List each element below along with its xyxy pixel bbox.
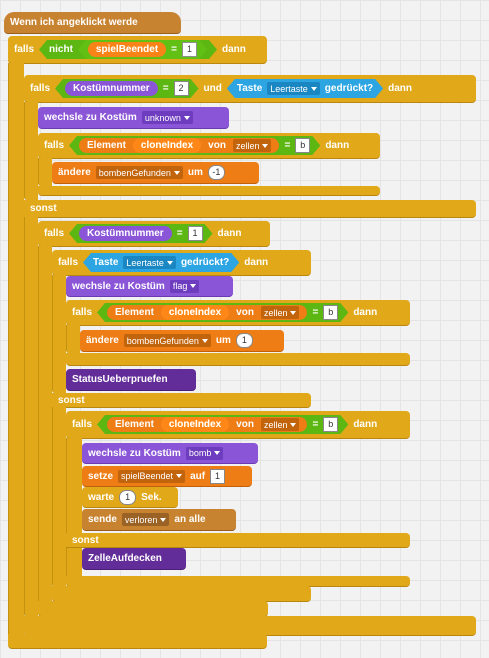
clone-index-reporter[interactable]: cloneIndex [133, 138, 201, 153]
value-input[interactable]: 2 [174, 81, 189, 96]
chevron-down-icon [290, 423, 296, 427]
change-variable-block[interactable]: ändere bombenGefunden um 1 [80, 330, 284, 352]
else1-c-arm [24, 217, 38, 617]
list-item-reporter[interactable]: Element cloneIndex von zellen [107, 305, 307, 320]
variable-dropdown[interactable]: bombenGefunden [95, 166, 183, 179]
chevron-down-icon [290, 311, 296, 315]
key-pressed-sensor[interactable]: Taste Leertaste gedrückt? [83, 253, 239, 272]
value-input[interactable]: b [295, 138, 310, 153]
costume-dropdown[interactable]: unknown [141, 111, 193, 124]
value-input[interactable]: 1 [188, 226, 203, 241]
chevron-down-icon [176, 474, 183, 478]
else-label: sonst [66, 533, 410, 548]
hat-label: Wenn ich angeklickt werde [10, 17, 138, 28]
equals-operator[interactable]: Kostümnummer = 2 [55, 79, 199, 98]
list-dropdown[interactable]: zellen [261, 418, 300, 431]
value-input[interactable]: 1 [182, 42, 197, 57]
list-item-reporter[interactable]: Element cloneIndex von zellen [107, 417, 307, 432]
set-variable-block[interactable]: setze spielBeendet auf 1 [82, 466, 252, 487]
when-clicked-hat-block[interactable]: Wenn ich angeklickt werde [4, 12, 181, 34]
if2-footer [24, 616, 476, 636]
if-costume-and-key-block[interactable]: falls Kostümnummer = 2 und Taste Leertas… [24, 75, 476, 103]
costume-number-reporter[interactable]: Kostümnummer [65, 81, 158, 96]
value-input[interactable]: 1 [210, 468, 226, 484]
key-dropdown[interactable]: Leertaste [267, 82, 320, 95]
costume-dropdown[interactable]: flag [169, 279, 200, 293]
if1-footer [8, 634, 267, 649]
spielBeendet-reporter[interactable]: spielBeendet [88, 42, 166, 57]
change-variable-block[interactable]: ändere bombenGefunden um -1 [52, 162, 259, 184]
value-input[interactable]: b [323, 305, 338, 320]
reveal-cell-custom-block[interactable]: ZelleAufdecken [82, 548, 186, 570]
if1-c-arm [8, 63, 24, 639]
list-item-reporter[interactable]: Element cloneIndex von zellen [79, 138, 279, 153]
broadcast-block[interactable]: sende verloren an alle [82, 509, 236, 531]
equals-operator[interactable]: Kostümnummer = 1 [69, 224, 213, 243]
variable-dropdown[interactable]: bombenGefunden [123, 334, 211, 347]
chevron-down-icon [167, 261, 173, 265]
wait-block[interactable]: warte 1 Sek. [82, 487, 178, 508]
chevron-down-icon [311, 87, 317, 91]
if6-footer [66, 353, 410, 366]
if-element-is-bomb-block[interactable]: falls Element cloneIndex von zellen = b … [66, 411, 410, 439]
chevron-down-icon [183, 115, 190, 120]
if-key-pressed-block[interactable]: falls Taste Leertaste gedrückt? dann [52, 250, 311, 276]
list-dropdown[interactable]: zellen [261, 306, 300, 319]
chevron-down-icon [160, 517, 167, 522]
if6-c-arm [66, 325, 80, 353]
else-label: sonst [24, 200, 476, 218]
clone-index-reporter[interactable]: cloneIndex [161, 305, 229, 320]
switch-costume-block[interactable]: wechsle zu Kostüm flag [66, 276, 233, 297]
if4-c-arm [38, 246, 52, 604]
value-input[interactable]: b [323, 417, 338, 432]
if5-c-arm [52, 275, 66, 393]
value-input[interactable]: -1 [207, 165, 225, 180]
if-costume-is-1-block[interactable]: falls Kostümnummer = 1 dann [38, 221, 270, 247]
chevron-down-icon [173, 170, 180, 175]
status-check-custom-block[interactable]: StatusUeberpruefen [66, 369, 196, 391]
if3-footer [38, 186, 380, 196]
if-element-is-bomb-block[interactable]: falls Element cloneIndex von zellen = b … [66, 300, 410, 326]
list-dropdown[interactable]: zellen [233, 139, 272, 152]
equals-operator[interactable]: spielBeendet = 1 [78, 40, 207, 59]
variable-dropdown[interactable]: spielBeendet [118, 469, 186, 483]
chevron-down-icon [262, 144, 268, 148]
else2-c-arm [52, 407, 66, 587]
not-operator[interactable]: nicht spielBeendet = 1 [39, 40, 217, 59]
if3-c-arm [38, 158, 52, 186]
switch-costume-block[interactable]: wechsle zu Kostüm bomb [82, 443, 258, 464]
if5-footer [52, 586, 311, 602]
chevron-down-icon [201, 338, 208, 343]
else-label: sonst [52, 393, 311, 408]
costume-dropdown[interactable]: bomb [185, 446, 224, 460]
key-pressed-sensor[interactable]: Taste Leertaste gedrückt? [227, 79, 383, 98]
if7-c-arm [66, 438, 82, 578]
value-input[interactable]: 1 [235, 333, 253, 348]
equals-operator[interactable]: Element cloneIndex von zellen = b [97, 303, 348, 322]
if-element-is-bomb-block[interactable]: falls Element cloneIndex von zellen = b … [38, 133, 380, 159]
if2-c-arm [24, 102, 38, 200]
chevron-down-icon [214, 451, 221, 455]
chevron-down-icon [190, 284, 197, 288]
equals-operator[interactable]: Element cloneIndex von zellen = b [97, 415, 348, 434]
switch-costume-block[interactable]: wechsle zu Kostüm unknown [38, 107, 229, 129]
equals-operator[interactable]: Element cloneIndex von zellen = b [69, 136, 320, 155]
if4-footer [38, 601, 268, 617]
message-dropdown[interactable]: verloren [121, 513, 170, 526]
key-dropdown[interactable]: Leertaste [123, 256, 176, 269]
if-not-game-over-block[interactable]: falls nicht spielBeendet = 1 dann [8, 36, 267, 64]
value-input[interactable]: 1 [119, 489, 137, 505]
clone-index-reporter[interactable]: cloneIndex [161, 417, 229, 432]
costume-number-reporter[interactable]: Kostümnummer [79, 226, 172, 241]
